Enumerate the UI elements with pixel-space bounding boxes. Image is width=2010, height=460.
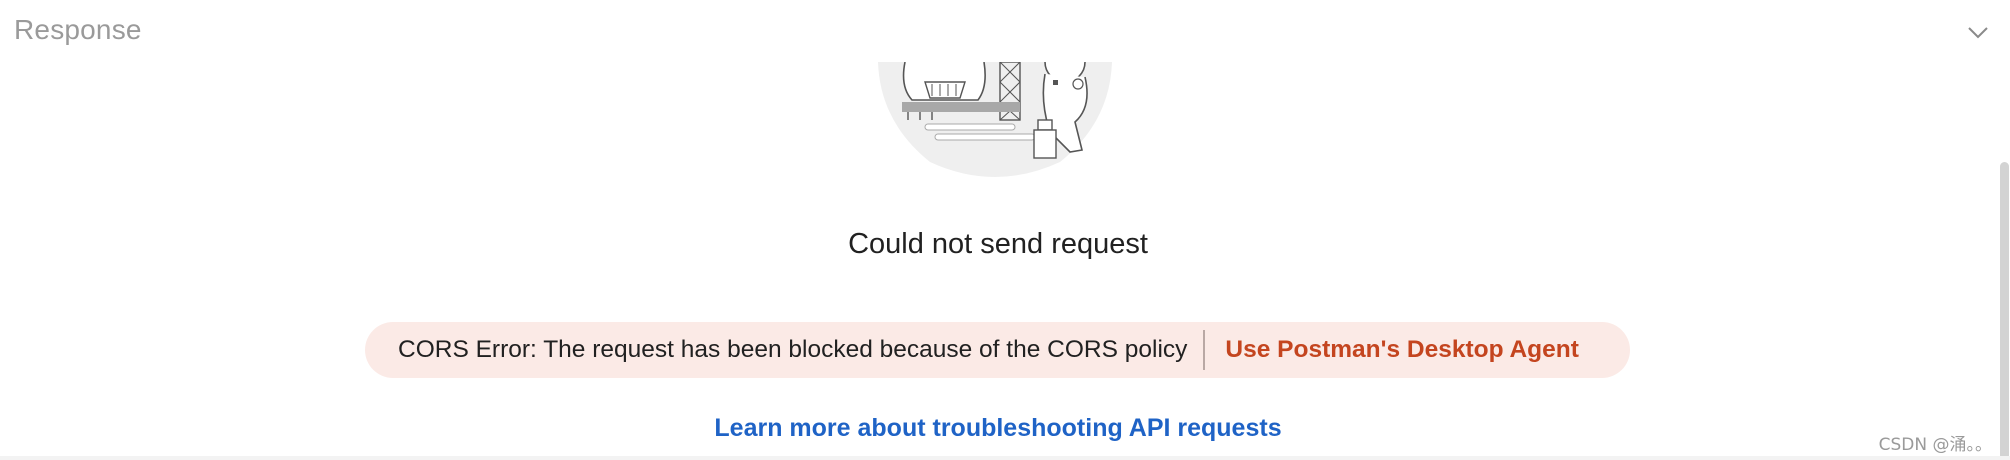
response-panel: Response Could not send request CORS Err…	[0, 0, 2010, 460]
troubleshooting-link[interactable]: Learn more about troubleshooting API req…	[0, 414, 1996, 443]
watermark: CSDN @涌。。	[1878, 435, 1992, 455]
banner-divider	[1203, 330, 1206, 370]
cors-error-banner: CORS Error: The request has been blocked…	[365, 322, 1630, 378]
error-message: Could not send request	[848, 228, 1148, 260]
desktop-agent-link[interactable]: Use Postman's Desktop Agent	[1225, 336, 1578, 364]
response-header: Response	[0, 0, 2010, 64]
cors-error-text: CORS Error: The request has been blocked…	[398, 336, 1188, 363]
bottom-divider	[0, 456, 2010, 460]
rocket-astronaut-illustration	[870, 41, 1120, 182]
chevron-down-icon[interactable]	[1964, 18, 1992, 46]
response-title: Response	[14, 14, 142, 45]
scrollbar-thumb[interactable]	[2000, 162, 2009, 460]
